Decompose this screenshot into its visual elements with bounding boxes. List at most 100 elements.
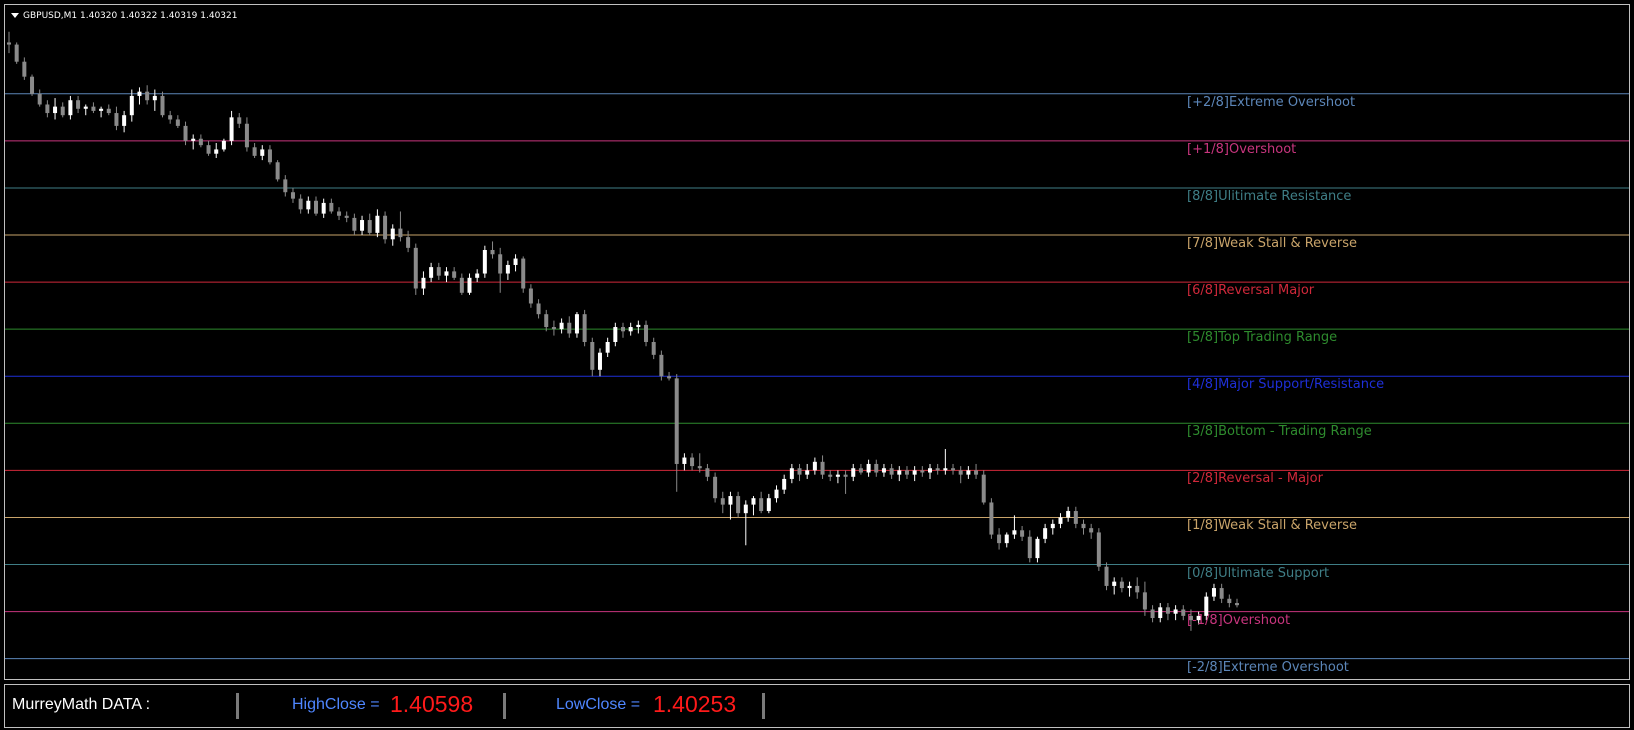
candle-body (582, 314, 587, 342)
candle (68, 95, 73, 120)
candle (605, 337, 610, 357)
candle (851, 463, 856, 482)
low-close-value: 1.40253 (653, 691, 737, 717)
candle (1235, 598, 1239, 608)
candle-body (1158, 607, 1163, 619)
candle (183, 121, 188, 146)
candle (1050, 519, 1055, 535)
candle (168, 110, 173, 124)
candle-body (858, 468, 863, 473)
candlestick-chart[interactable] (5, 5, 1629, 679)
candle (828, 470, 833, 482)
candle-body (713, 476, 718, 499)
candle-body (244, 123, 249, 148)
candle (574, 312, 579, 338)
candle (904, 466, 909, 479)
candle (766, 493, 771, 514)
candle (444, 267, 449, 283)
candle (667, 371, 672, 381)
candle (145, 85, 150, 105)
candle-body (7, 42, 11, 45)
candle (106, 104, 111, 116)
candle (421, 271, 426, 295)
candle (267, 145, 272, 165)
candle-body (782, 478, 787, 490)
candle (413, 243, 418, 295)
candle-body (99, 108, 104, 111)
murrey-level-label: [-2/8]Extreme Overshoot (1187, 659, 1349, 675)
panel-separator (762, 693, 765, 719)
candle-body (920, 470, 925, 473)
candle (751, 496, 756, 516)
candle-body (1035, 538, 1040, 559)
candle-body (352, 217, 357, 231)
candle-body (505, 264, 510, 274)
candle-body (1112, 581, 1117, 586)
candle-body (659, 354, 664, 377)
candle (1058, 513, 1063, 529)
candle-body (536, 303, 541, 315)
candle (1158, 603, 1163, 623)
candle-body (206, 145, 211, 154)
candle (551, 320, 556, 336)
candle-body (1150, 609, 1155, 619)
murrey-level-label: [2/8]Reversal - Major (1187, 471, 1323, 487)
candle-body (544, 314, 549, 328)
candle-body (329, 202, 334, 212)
candle-body (37, 93, 42, 105)
candle-body (76, 100, 81, 109)
candle (513, 254, 518, 272)
candle-body (421, 277, 426, 289)
candle (812, 457, 817, 475)
candle-body (482, 249, 487, 274)
candle (866, 459, 871, 477)
candle-body (1027, 536, 1032, 559)
candle (636, 320, 641, 334)
candle-body (866, 463, 871, 473)
candle-body (360, 220, 365, 231)
candle (122, 110, 127, 133)
candle-body (175, 119, 180, 126)
candle-body (337, 211, 342, 216)
candle-body (237, 117, 242, 124)
candle (536, 299, 541, 319)
chart-window[interactable]: GBPUSD,M1 1.40320 1.40322 1.40319 1.4032… (4, 4, 1630, 680)
candle-body (1066, 511, 1071, 518)
candle (160, 91, 165, 118)
candle-body (452, 271, 457, 278)
candle (367, 213, 372, 236)
murreymath-info-panel: MurreyMath DATA : HighClose = 1.40598 Lo… (4, 684, 1630, 728)
candle (383, 211, 388, 244)
candle-body (1058, 517, 1063, 524)
candle-body (1235, 603, 1239, 606)
candle-body (1096, 532, 1101, 567)
panel-title: MurreyMath DATA : (12, 696, 151, 713)
candle (1227, 594, 1232, 608)
candle (644, 320, 649, 347)
candle (452, 267, 457, 280)
candle-body (413, 247, 418, 289)
candle (736, 491, 741, 518)
candle (1142, 581, 1147, 616)
candle (720, 491, 725, 514)
candle (590, 337, 595, 377)
candle (682, 453, 687, 471)
candle-body (375, 215, 380, 233)
candle (1104, 562, 1109, 591)
candle (344, 211, 349, 223)
candle (22, 57, 27, 80)
candle (129, 89, 134, 122)
candle-body (958, 470, 963, 475)
panel-separator (236, 693, 239, 719)
candle-body (367, 220, 372, 233)
candle-body (1219, 588, 1224, 599)
candle (835, 470, 840, 484)
candle-body (613, 327, 618, 342)
candle-body (267, 149, 272, 163)
candle (206, 140, 211, 156)
triangle-down-icon[interactable] (11, 13, 19, 18)
candle-body (997, 534, 1002, 544)
panel-separator (503, 693, 506, 719)
candle (713, 472, 718, 503)
candle-body (14, 44, 19, 62)
